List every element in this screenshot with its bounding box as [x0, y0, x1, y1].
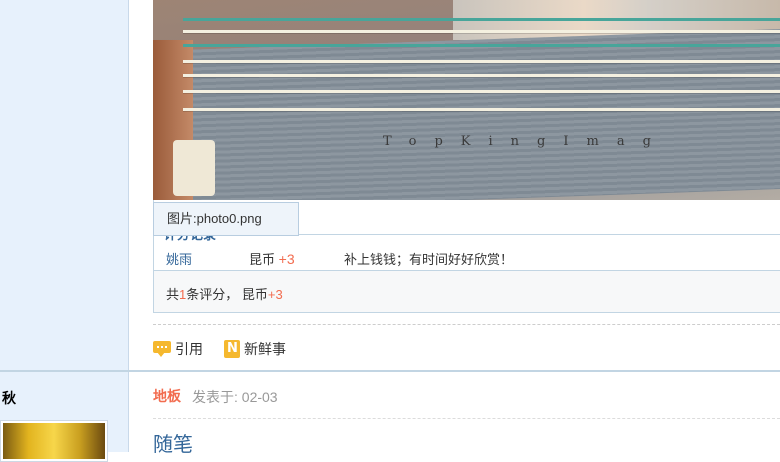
rating-currency: 昆币 +3 [249, 251, 295, 267]
rating-user-link[interactable]: 姚雨 [166, 249, 192, 268]
avatar[interactable] [0, 420, 108, 462]
post-author-column [0, 0, 129, 370]
rating-reason: 补上钱钱；有时间好好欣赏！ [344, 252, 514, 267]
image-watermark: TopKingImag [383, 134, 669, 149]
divider [153, 324, 780, 325]
quote-label: 引用 [175, 341, 203, 357]
post-date: 发表于: 02-03 [192, 389, 278, 405]
divider [153, 418, 780, 419]
post-image-guzheng[interactable]: TopKingImag [153, 0, 780, 200]
post-title: 随笔 [153, 432, 193, 456]
floor-label: 地板 [153, 388, 181, 404]
quote-icon [153, 341, 171, 357]
rating-total: 共1条评分， 昆币+3 [154, 270, 780, 312]
news-button[interactable]: 新鲜事 [224, 339, 286, 359]
news-icon [224, 340, 240, 358]
quote-button[interactable]: 引用 [153, 339, 203, 359]
news-label: 新鲜事 [244, 341, 286, 357]
author-name[interactable]: 秋 [2, 388, 16, 408]
image-filename-tooltip: 图片:photo0.png [153, 202, 299, 236]
